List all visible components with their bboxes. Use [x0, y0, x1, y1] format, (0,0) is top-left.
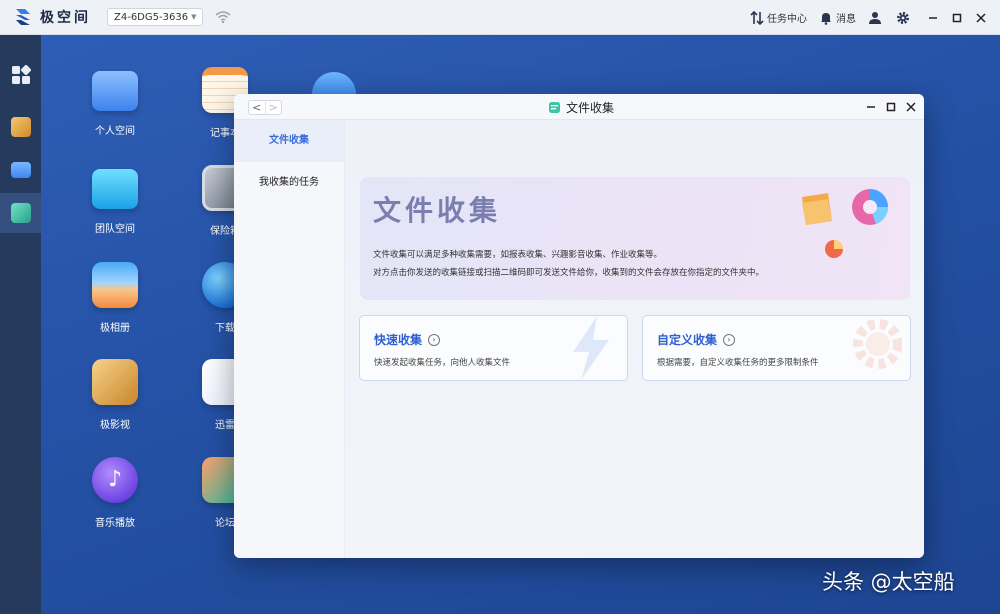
window-content: 文件收集 文件收集可以满足多种收集需要，如报表收集、兴趣影音收集、作业收集等。 … — [345, 120, 924, 558]
wifi-icon — [215, 11, 231, 24]
quick-collect-card[interactable]: 快速收集 › 快速发起收集任务，向他人收集文件 — [359, 315, 628, 381]
dock-item-apps[interactable] — [0, 55, 41, 95]
maximize-button[interactable] — [950, 11, 964, 25]
window-title-label: 文件收集 — [566, 101, 615, 115]
window-sidebar: 文件收集 我收集的任务 — [234, 120, 345, 558]
file-collect-icon — [10, 203, 31, 223]
user-icon[interactable] — [868, 11, 882, 25]
desktop-icon-team-space[interactable]: 团队空间 — [75, 165, 155, 235]
gear-icon — [853, 319, 902, 369]
custom-collect-card[interactable]: 自定义收集 › 根据需要，自定义收集任务的更多限制条件 — [642, 315, 911, 381]
desktop-icon-label: 个人空间 — [95, 126, 135, 137]
custom-collect-title-text: 自定义收集 — [657, 333, 718, 347]
maximize-icon — [952, 13, 962, 22]
team-folder-icon — [92, 169, 138, 209]
device-selector[interactable]: Z4-6DG5-3636 ▼ — [107, 8, 204, 26]
desktop-icon-label: 极相册 — [100, 323, 130, 334]
apps-grid-icon — [11, 65, 31, 84]
bell-icon — [821, 12, 831, 25]
task-center-label: 任务中心 — [767, 14, 807, 25]
app-title: 极空间 — [40, 10, 91, 26]
sidebar-item-my-tasks[interactable]: 我收集的任务 — [234, 162, 344, 203]
folder-icon — [92, 71, 138, 111]
window-title: 文件收集 — [548, 99, 614, 116]
nav-arrows: < > — [248, 100, 282, 115]
custom-collect-desc: 根据需要，自定义收集任务的更多限制条件 — [657, 358, 819, 368]
quick-collect-desc: 快速发起收集任务，向他人收集文件 — [374, 358, 511, 368]
left-dock — [0, 35, 41, 614]
quick-collect-title-text: 快速收集 — [374, 333, 423, 347]
chevron-right-icon: › — [723, 333, 736, 346]
chevron-down-icon: ▼ — [191, 13, 197, 21]
desktop-icon-album[interactable]: 极相册 — [75, 262, 155, 334]
sidebar-item-file-collect[interactable]: 文件收集 — [234, 120, 344, 162]
music-icon: ♪ — [92, 457, 138, 503]
banner-title: 文件收集 — [373, 194, 502, 227]
close-button[interactable] — [974, 11, 988, 25]
window-minimize-button[interactable] — [864, 100, 878, 114]
device-name: Z4-6DG5-3636 — [114, 11, 189, 23]
task-center-button[interactable]: 任务中心 — [750, 10, 807, 25]
back-button[interactable]: < — [249, 101, 265, 114]
desktop-icon-video[interactable]: 极影视 — [75, 359, 155, 431]
top-bar: 极空间 Z4-6DG5-3636 ▼ 任务中心 消息 — [0, 0, 1000, 35]
custom-collect-title: 自定义收集 › — [657, 331, 736, 348]
close-icon — [976, 12, 986, 23]
window-close-button[interactable] — [904, 100, 918, 114]
minimize-icon — [867, 106, 875, 108]
desktop-icon-personal-space[interactable]: 个人空间 — [75, 67, 155, 137]
video-icon — [92, 359, 138, 405]
banner-description-line1: 文件收集可以满足多种收集需要，如报表收集、兴趣影音收集、作业收集等。 — [373, 250, 663, 260]
messages-button[interactable]: 消息 — [819, 10, 856, 25]
file-collect-window: < > 文件收集 文件收集 我收集的任务 文件收集 文件收集可以满足多种收集需要… — [234, 94, 924, 558]
file-collect-icon — [549, 102, 560, 113]
desktop-icon-label: 极影视 — [100, 420, 130, 431]
messages-label: 消息 — [836, 14, 856, 25]
dock-item-files[interactable] — [0, 150, 41, 190]
chevron-right-icon: › — [428, 333, 441, 346]
close-icon — [906, 102, 916, 112]
window-maximize-button[interactable] — [884, 100, 898, 114]
logo-icon — [16, 9, 30, 25]
window-controls — [864, 100, 918, 114]
folder-icon — [10, 162, 31, 178]
banner-description-line2: 对方点击你发送的收集链接或扫描二维码即可发送文件给你，收集到的文件会存放在你指定… — [373, 268, 765, 278]
task-center-icon — [750, 10, 764, 25]
quick-collect-title: 快速收集 › — [374, 331, 441, 348]
video-icon — [10, 117, 31, 137]
desktop-icon-label: 团队空间 — [95, 224, 135, 235]
lightning-icon — [573, 316, 609, 380]
gear-icon[interactable] — [896, 11, 910, 25]
forward-button[interactable]: > — [264, 101, 282, 114]
illustration-icon — [802, 189, 888, 258]
desktop-icon-music[interactable]: ♪ 音乐播放 — [75, 457, 155, 529]
album-icon — [92, 262, 138, 308]
minimize-button[interactable] — [926, 11, 940, 25]
window-titlebar[interactable]: < > 文件收集 — [234, 94, 924, 120]
maximize-icon — [886, 102, 896, 112]
minimize-icon — [929, 16, 937, 19]
dock-item-file-collect[interactable] — [0, 193, 41, 233]
intro-banner: 文件收集 文件收集可以满足多种收集需要，如报表收集、兴趣影音收集、作业收集等。 … — [360, 177, 910, 300]
watermark-text: 头条 @太空船 — [822, 570, 955, 594]
dock-item-video[interactable] — [0, 107, 41, 147]
desktop-icon-label: 音乐播放 — [95, 518, 135, 529]
